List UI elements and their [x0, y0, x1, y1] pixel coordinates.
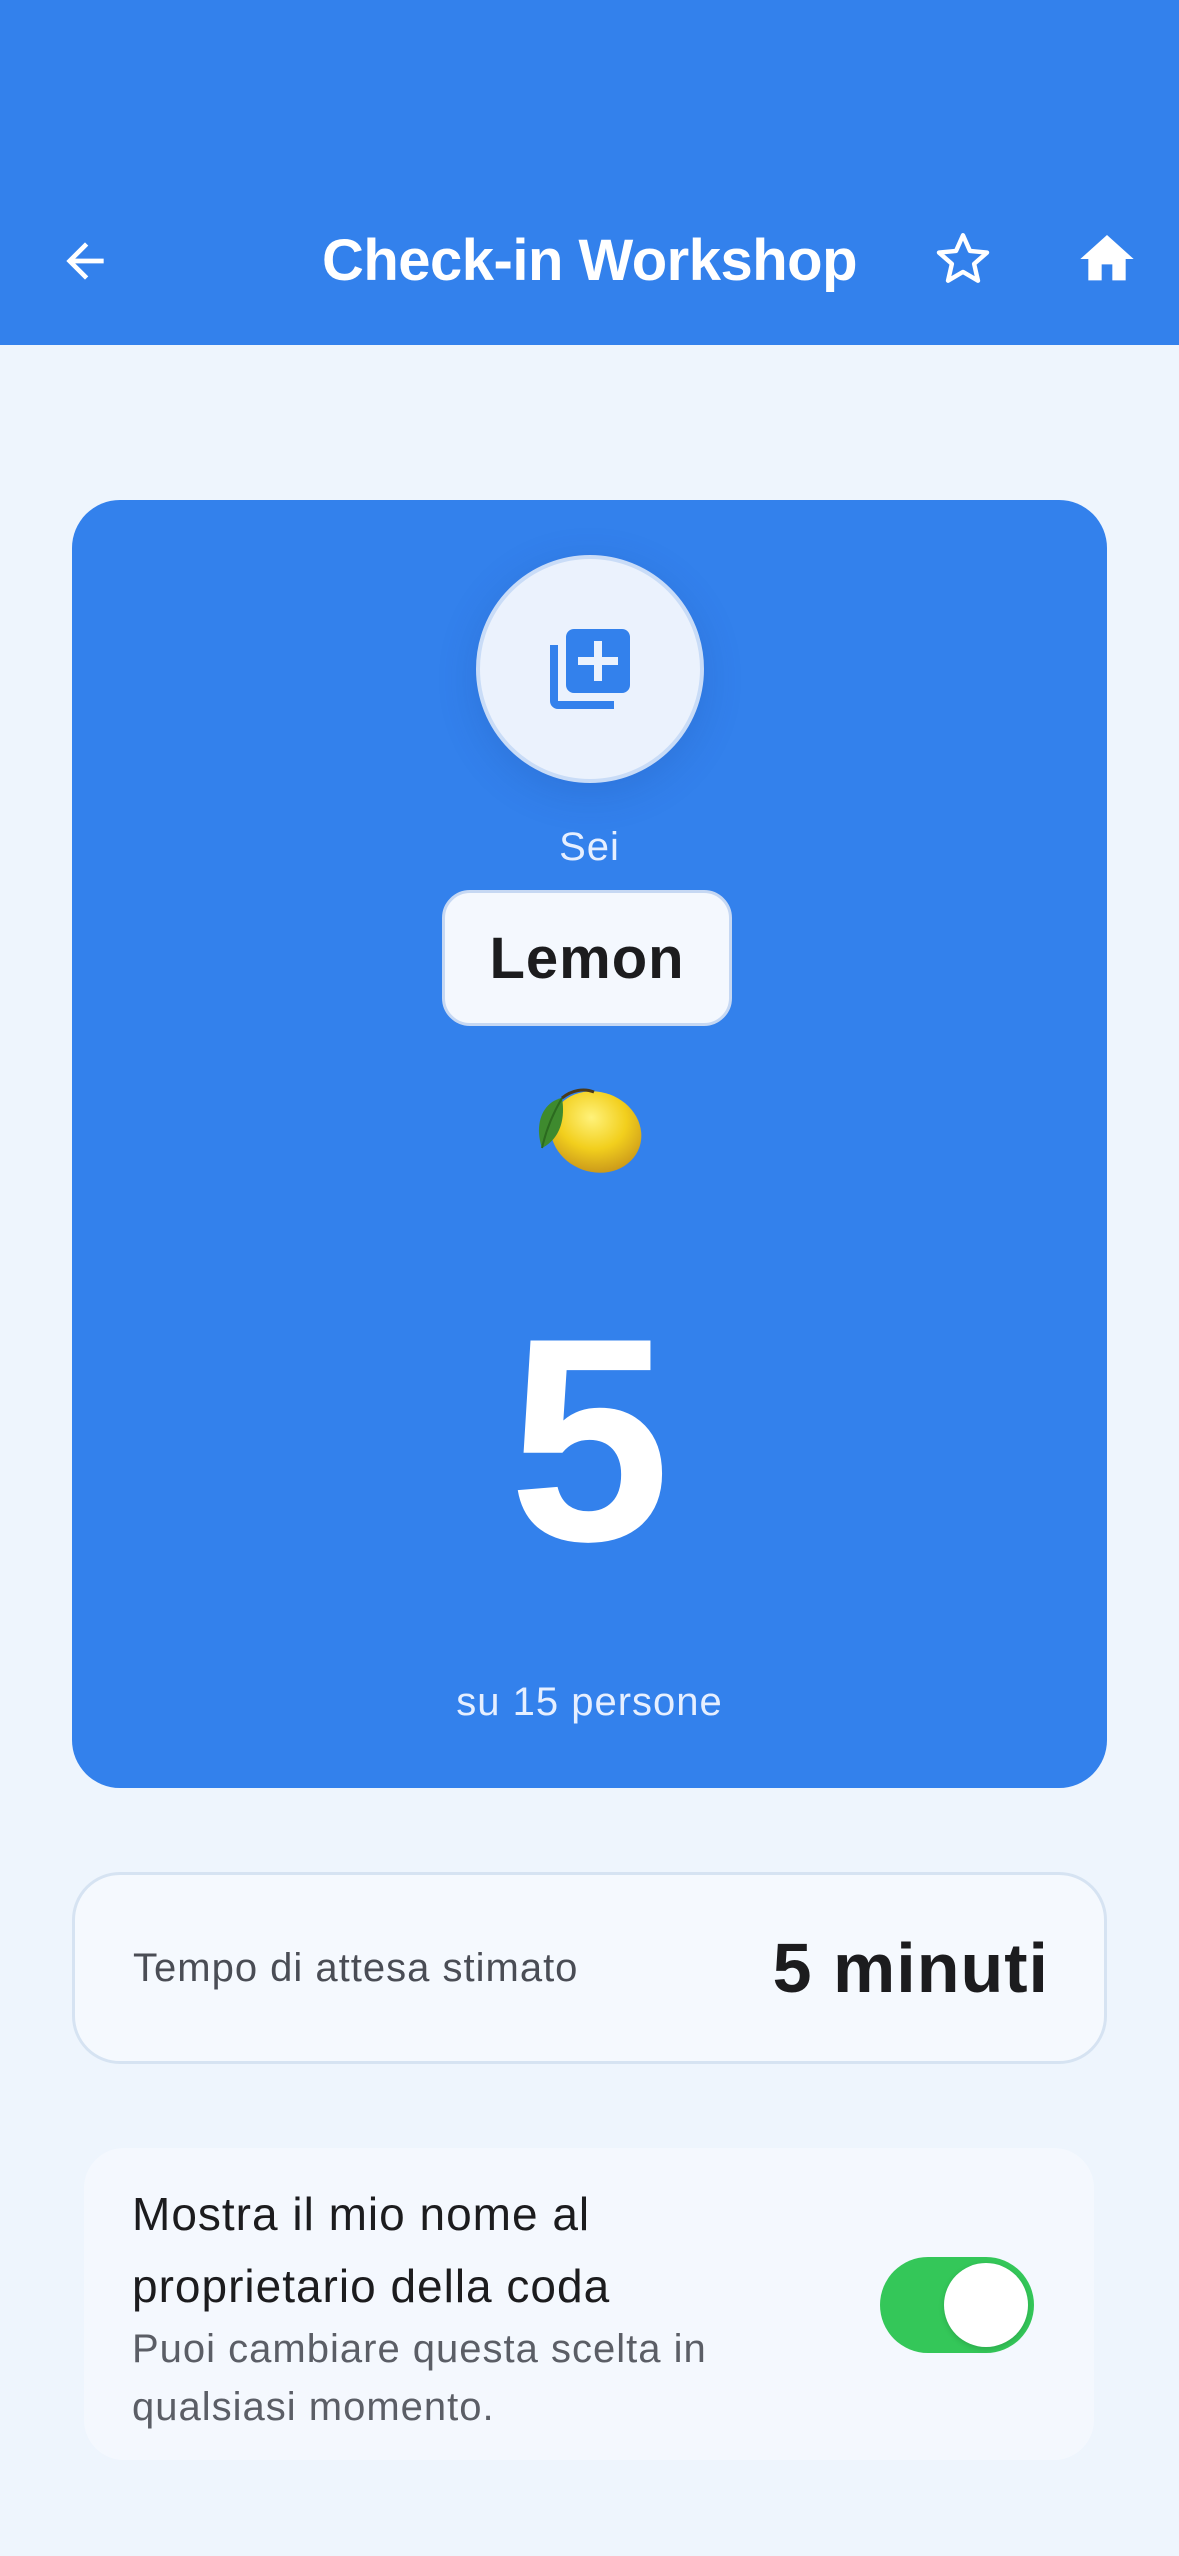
estimated-wait-card: Tempo di attesa stimato 5 minuti — [72, 1872, 1107, 2064]
queue-position-number: 5 — [508, 1278, 671, 1602]
queue-total-label: su 15 persone — [456, 1680, 723, 1724]
favorite-button[interactable] — [928, 224, 998, 294]
back-button[interactable] — [50, 226, 120, 296]
queue-ticket-card: Sei Lemon 5 su 15 persone — [72, 500, 1107, 1788]
wait-time-label: Tempo di attesa stimato — [133, 1946, 579, 1990]
star-outline-icon — [936, 233, 990, 283]
home-icon — [1080, 235, 1134, 281]
share-name-title: Mostra il mio nome al proprietario della… — [132, 2188, 611, 2312]
participant-name: Lemon — [442, 890, 732, 1026]
share-name-toggle[interactable] — [880, 2257, 1034, 2353]
app-bar: Check-in Workshop — [0, 0, 1179, 345]
arrow-left-icon — [66, 242, 104, 280]
page-title: Check-in Workshop — [321, 228, 858, 293]
share-name-subtitle: Puoi cambiare questa scelta in qualsiasi… — [132, 2327, 707, 2429]
wait-time-value: 5 minuti — [772, 1929, 1049, 2007]
queue-icon-badge — [476, 555, 704, 783]
share-name-setting: Mostra il mio nome al proprietario della… — [84, 2148, 1094, 2460]
toggle-knob[interactable] — [944, 2263, 1028, 2347]
home-button[interactable] — [1072, 224, 1142, 294]
add-to-queue-icon — [550, 629, 630, 709]
you-are-label: Sei — [559, 825, 620, 869]
lemon-icon — [538, 1088, 642, 1173]
